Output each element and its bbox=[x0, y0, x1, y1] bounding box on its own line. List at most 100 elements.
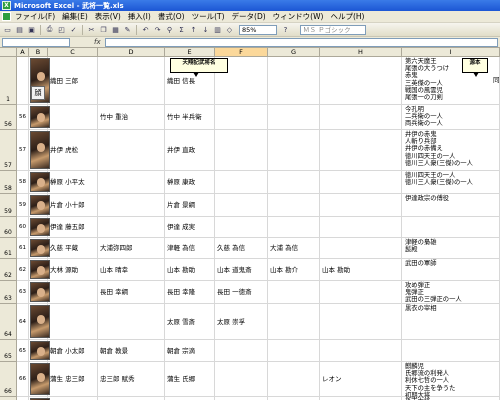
menu-format[interactable]: 書式(O) bbox=[158, 11, 185, 22]
cell-d-56[interactable]: 竹中 重治 bbox=[100, 113, 128, 121]
format-painter-icon[interactable]: ✎ bbox=[122, 24, 133, 35]
row-header[interactable]: 57 bbox=[0, 130, 17, 171]
cell-b-64[interactable]: 64 bbox=[19, 318, 26, 326]
cell-e-64[interactable]: 太原 雪斎 bbox=[167, 318, 195, 326]
cell-b-58[interactable]: 58 bbox=[19, 178, 26, 186]
cell-b-65[interactable]: 65 bbox=[19, 347, 26, 355]
menu-view[interactable]: 表示(V) bbox=[95, 11, 121, 22]
cell-e-57[interactable]: 井伊 直政 bbox=[167, 146, 195, 154]
drawing-icon[interactable]: ◇ bbox=[224, 24, 235, 35]
select-all-corner[interactable] bbox=[0, 48, 17, 57]
cell-b-59[interactable]: 59 bbox=[19, 201, 26, 209]
cell-g-61[interactable]: 大浦 為信 bbox=[270, 244, 298, 252]
fx-icon[interactable]: fx bbox=[94, 38, 101, 46]
cell-i-62[interactable]: 武田の軍師 bbox=[405, 260, 436, 267]
print-icon[interactable]: ⎙ bbox=[44, 24, 55, 35]
cell-e-62[interactable]: 山本 勘助 bbox=[167, 266, 195, 274]
cell-e-1[interactable]: 織田 信長 bbox=[167, 77, 195, 85]
sort-desc-icon[interactable]: ↓ bbox=[200, 24, 211, 35]
new-file-icon[interactable]: ▭ bbox=[2, 24, 13, 35]
menu-tools[interactable]: ツール(T) bbox=[192, 11, 225, 22]
font-select[interactable]: ＭＳ Ｐゴシック bbox=[300, 24, 366, 35]
hyperlink-icon[interactable]: ⚲ bbox=[164, 24, 175, 35]
cell-e-58[interactable]: 榊原 康政 bbox=[167, 178, 195, 186]
cell-b-63[interactable]: 63 bbox=[19, 288, 26, 296]
cell-d-63[interactable]: 長田 幸綱 bbox=[100, 288, 128, 296]
column-header-a[interactable]: A bbox=[17, 48, 29, 57]
cell-i-61[interactable]: 津軽の梟雄 髭殿 bbox=[405, 239, 436, 253]
cell-c-57[interactable]: 井伊 虎松 bbox=[50, 146, 78, 154]
menu-edit[interactable]: 編集(E) bbox=[62, 11, 88, 22]
preview-icon[interactable]: ◰ bbox=[56, 24, 67, 35]
row-header[interactable]: 1 bbox=[0, 57, 17, 105]
row-header[interactable]: 56 bbox=[0, 105, 17, 130]
cell-b-66[interactable]: 66 bbox=[19, 375, 26, 383]
redo-icon[interactable]: ↷ bbox=[152, 24, 163, 35]
cell-e-61[interactable]: 津軽 為信 bbox=[167, 244, 195, 252]
menu-window[interactable]: ウィンドウ(W) bbox=[273, 11, 324, 22]
cell-c-62[interactable]: 大林 源助 bbox=[50, 266, 78, 274]
column-header-d[interactable]: D bbox=[98, 48, 165, 57]
open-folder-icon[interactable]: ▤ bbox=[14, 24, 25, 35]
save-icon[interactable]: ▣ bbox=[26, 24, 37, 35]
column-header-i[interactable]: I bbox=[402, 48, 500, 57]
help-icon[interactable]: ? bbox=[280, 24, 291, 35]
cell-i-63[interactable]: 攻め弾正 鬼弾正 武田の三弾正の一人 bbox=[405, 282, 462, 304]
cell-h-62[interactable]: 山本 勘助 bbox=[322, 266, 350, 274]
cell-i-1[interactable]: 第六天魔王 尾張の大うつけ 赤鬼 三英傑の一人 戦国の風雲児 尾張一の刀剣 bbox=[405, 58, 449, 101]
cell-e-56[interactable]: 竹中 半兵衛 bbox=[167, 113, 202, 121]
formula-input[interactable] bbox=[104, 37, 498, 47]
menu-data[interactable]: データ(D) bbox=[232, 11, 266, 22]
name-box[interactable] bbox=[2, 37, 70, 47]
cell-i-56[interactable]: 今孔明 二兵衛の一人 両兵衛の一人 bbox=[405, 106, 443, 128]
cell-i-59[interactable]: 伊達政宗の傅役 bbox=[405, 195, 449, 202]
cell-d-61[interactable]: 大浦弥四郎 bbox=[100, 244, 133, 252]
cell-b-62[interactable]: 62 bbox=[19, 266, 26, 274]
menu-file[interactable]: ファイル(F) bbox=[15, 11, 55, 22]
spreadsheet-grid[interactable]: A B C D E F G H I 1 織田 三郎 織田 信長 第六天魔王 尾張の大うつけ 赤鬼 三英傑の一人… bbox=[0, 48, 500, 400]
cell-f-64[interactable]: 太原 崇孚 bbox=[217, 318, 245, 326]
face-image-icon[interactable]: 顔 bbox=[31, 86, 45, 100]
comment-i1[interactable]: 源本 bbox=[462, 58, 488, 77]
comment-e1[interactable]: 天翔記武将名 bbox=[170, 58, 228, 77]
undo-icon[interactable]: ↶ bbox=[140, 24, 151, 35]
cell-i-66[interactable]: 麒麟児 氏郷流の利発人 利休七哲の一人 天下の主を争うた 初期大将 bbox=[405, 363, 455, 399]
column-header-c[interactable]: C bbox=[48, 48, 98, 57]
row-header[interactable]: 65 bbox=[0, 340, 17, 362]
row-header[interactable]: 62 bbox=[0, 259, 17, 281]
cell-e-65[interactable]: 朝倉 宗滴 bbox=[167, 347, 195, 355]
cell-g-62[interactable]: 山本 勘介 bbox=[270, 266, 298, 274]
row-header[interactable]: 64 bbox=[0, 304, 17, 340]
cut-icon[interactable]: ✂ bbox=[86, 24, 97, 35]
cell-d-66[interactable]: 忠三郎 賦秀 bbox=[100, 375, 135, 383]
cell-c-66[interactable]: 蒲生 忠三郎 bbox=[50, 375, 85, 383]
cell-j-1[interactable]: 同 bbox=[493, 76, 500, 84]
cell-i-64[interactable]: 黒衣の宰相 bbox=[405, 305, 436, 312]
cell-e-60[interactable]: 伊達 成実 bbox=[167, 223, 195, 231]
cell-e-59[interactable]: 片倉 景綱 bbox=[167, 201, 195, 209]
cell-i-58[interactable]: 徳川四天王の一人 徳川三人衆(三傑)の一人 bbox=[405, 172, 473, 186]
row-header[interactable]: 58 bbox=[0, 171, 17, 194]
row-header[interactable]: 61 bbox=[0, 238, 17, 259]
spell-check-icon[interactable]: ✓ bbox=[68, 24, 79, 35]
cell-i-57[interactable]: 井伊の赤鬼 人斬り兵部 井伊の赤備え 徳川四天王の一人 徳川三人衆(三傑)の一人 bbox=[405, 131, 473, 167]
sort-asc-icon[interactable]: ↑ bbox=[188, 24, 199, 35]
menu-insert[interactable]: 挿入(I) bbox=[128, 11, 151, 22]
cell-c-60[interactable]: 伊達 藤五郎 bbox=[50, 223, 85, 231]
column-header-f[interactable]: F bbox=[215, 48, 268, 57]
row-header[interactable]: 59 bbox=[0, 194, 17, 217]
workbook-icon[interactable] bbox=[2, 12, 11, 21]
row-header[interactable]: 66 bbox=[0, 362, 17, 397]
cell-f-62[interactable]: 山本 道鬼斎 bbox=[217, 266, 252, 274]
cell-e-66[interactable]: 蒲生 氏郷 bbox=[167, 375, 195, 383]
row-header[interactable]: 60 bbox=[0, 217, 17, 238]
column-header-g[interactable]: G bbox=[268, 48, 320, 57]
cell-b-60[interactable]: 60 bbox=[19, 223, 26, 231]
cell-d-62[interactable]: 山本 晴幸 bbox=[100, 266, 128, 274]
cell-f-63[interactable]: 長田 一徳斎 bbox=[217, 288, 252, 296]
cell-c-65[interactable]: 朝倉 小太郎 bbox=[50, 347, 85, 355]
cell-b-56[interactable]: 56 bbox=[19, 113, 26, 121]
column-header-e[interactable]: E bbox=[165, 48, 215, 57]
cell-c-1[interactable]: 織田 三郎 bbox=[50, 77, 78, 85]
cell-d-65[interactable]: 朝倉 教景 bbox=[100, 347, 128, 355]
